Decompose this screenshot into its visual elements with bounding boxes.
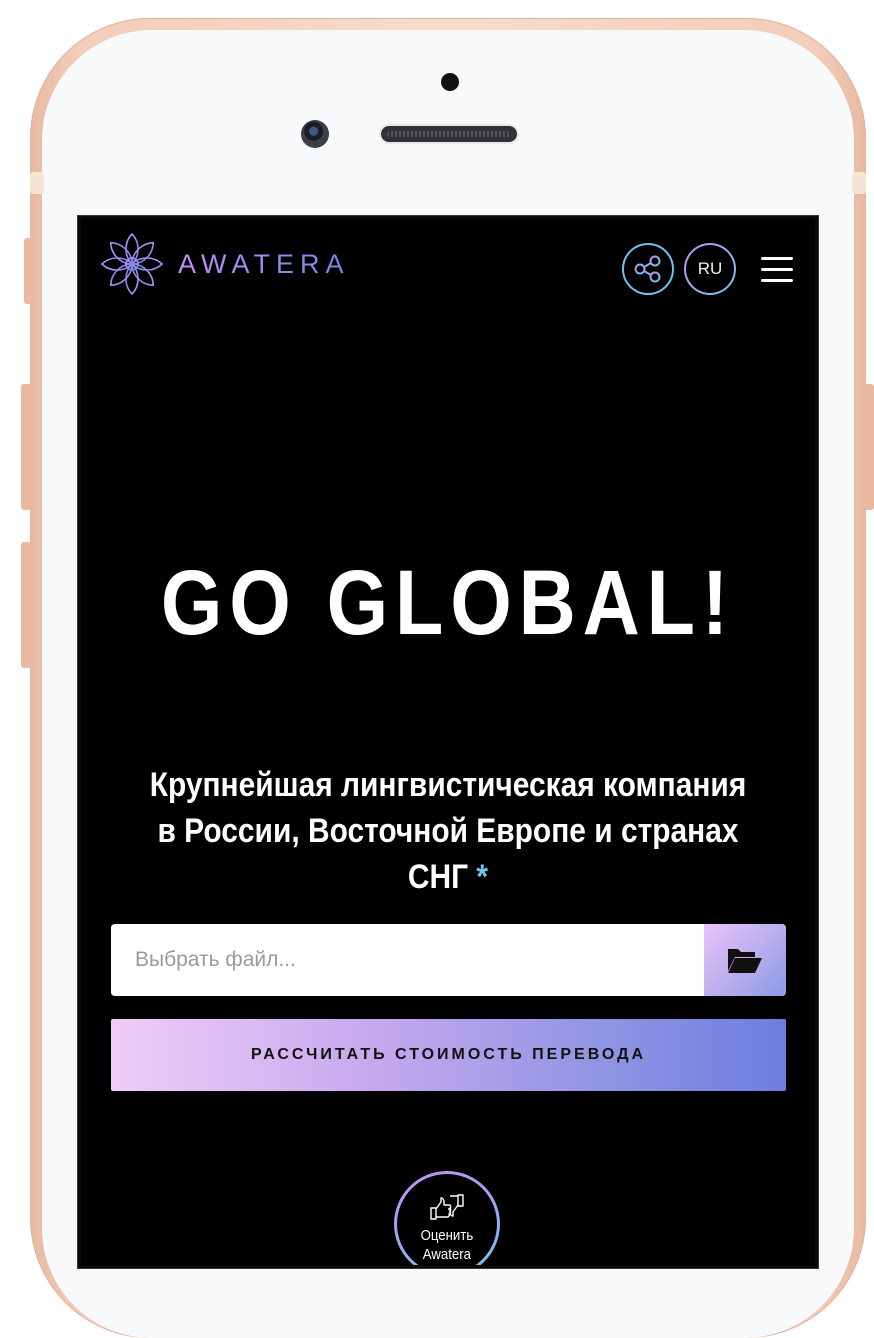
hero-subtitle: Крупнейшая лингвистическая компания в Ро… xyxy=(149,762,747,900)
volume-up-button xyxy=(21,384,31,510)
screen-edge xyxy=(78,216,818,1268)
antenna-band-top xyxy=(852,172,866,194)
front-camera xyxy=(301,120,329,148)
file-upload-row xyxy=(111,924,786,996)
asterisk-footnote-link[interactable]: * xyxy=(476,858,488,896)
share-icon xyxy=(634,255,661,283)
flower-logo-icon xyxy=(100,232,164,296)
phone-screen: AWATERA RU GO GLOBAL! Крупнейшая лингвис… xyxy=(78,216,818,1268)
logo-text: AWATERA xyxy=(178,248,350,279)
rate-awatera-button[interactable]: Оценить Awatera xyxy=(394,1171,500,1268)
rate-awatera-label: Оценить Awatera xyxy=(420,1227,474,1263)
menu-line xyxy=(761,257,793,260)
logo[interactable]: AWATERA xyxy=(98,230,350,298)
menu-line xyxy=(761,279,793,282)
share-button[interactable] xyxy=(622,243,674,295)
volume-down-button xyxy=(21,542,31,668)
folder-open-icon xyxy=(728,949,762,973)
file-select-input[interactable] xyxy=(111,924,704,996)
earpiece-speaker xyxy=(381,126,517,142)
calculate-cost-button[interactable]: РАССЧИТАТЬ СТОИМОСТЬ ПЕРЕВОДА xyxy=(111,1019,786,1091)
hamburger-menu-icon[interactable] xyxy=(761,257,793,282)
menu-line xyxy=(761,268,793,271)
proximity-sensor xyxy=(441,73,459,91)
mute-switch xyxy=(24,238,32,304)
antenna-band-top-left xyxy=(30,172,44,194)
thumbs-up-down-icon xyxy=(430,1194,464,1220)
hero-title: GO GLOBAL! xyxy=(160,552,736,654)
hero-subtitle-text: Крупнейшая лингвистическая компания в Ро… xyxy=(149,766,747,896)
power-button xyxy=(864,384,874,510)
folder-browse-button[interactable] xyxy=(704,924,786,996)
language-switch-button[interactable]: RU xyxy=(684,243,736,295)
